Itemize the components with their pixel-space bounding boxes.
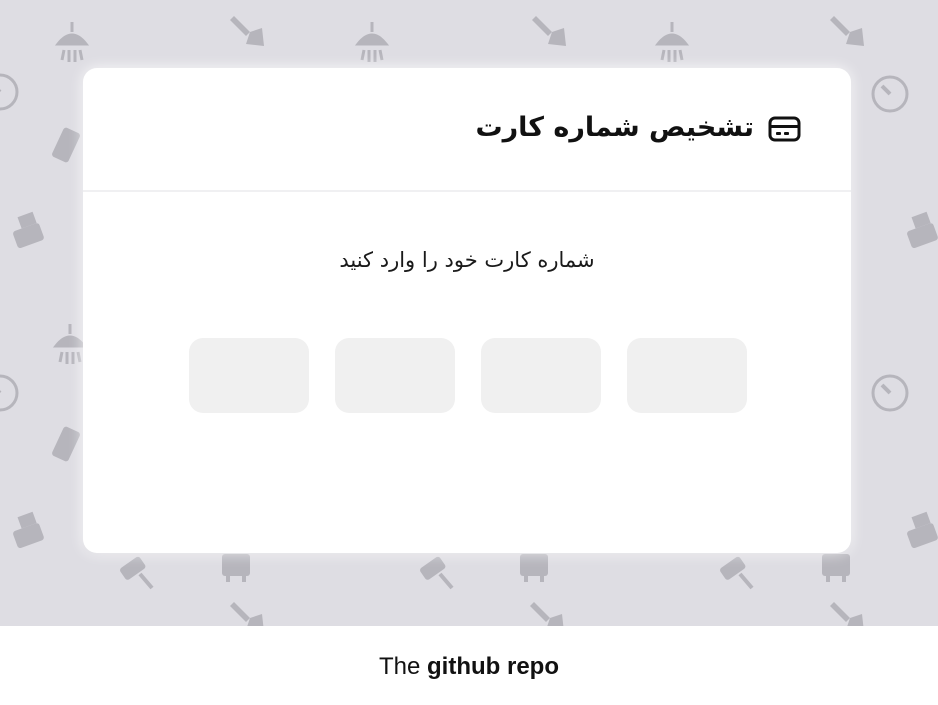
printer-icon — [906, 211, 938, 249]
github-repo-link[interactable]: github repo — [427, 653, 559, 680]
printer-icon — [12, 511, 45, 549]
card-number-group-3-input[interactable] — [481, 338, 601, 413]
gauge-icon — [0, 73, 19, 111]
footer: The github repo — [0, 626, 938, 705]
printer-icon — [906, 511, 938, 549]
panel-header: تشخیص شماره کارت — [83, 68, 851, 192]
trowel-icon — [532, 16, 566, 46]
phone-icon — [51, 126, 81, 164]
trowel-icon — [230, 602, 264, 626]
card-number-inputs — [189, 338, 747, 413]
trowel-icon — [230, 16, 264, 46]
paint-roller-icon — [116, 553, 154, 590]
trowel-icon — [830, 16, 864, 46]
footer-prefix: The — [378, 653, 421, 680]
shower-icon — [54, 322, 86, 366]
card-number-group-2-input[interactable] — [335, 338, 455, 413]
heater-icon — [222, 554, 250, 582]
shower-icon — [656, 20, 688, 64]
page-title: تشخیص شماره کارت — [475, 112, 754, 143]
gauge-icon — [0, 374, 19, 412]
heater-icon — [822, 554, 850, 582]
card-number-group-1-input[interactable] — [189, 338, 309, 413]
heater-icon — [520, 554, 548, 582]
shower-icon — [56, 20, 88, 64]
trowel-icon — [830, 602, 864, 626]
phone-icon — [51, 425, 81, 463]
instruction-text: شماره کارت خود را وارد کنید — [339, 248, 595, 272]
trowel-icon — [530, 602, 564, 626]
gauge-icon — [871, 374, 909, 412]
shower-icon — [356, 20, 388, 64]
gauge-icon — [871, 75, 909, 113]
printer-icon — [12, 211, 45, 249]
credit-card-icon — [768, 116, 801, 142]
paint-roller-icon — [716, 553, 754, 590]
card-number-group-4-input[interactable] — [627, 338, 747, 413]
card-number-panel: تشخیص شماره کارت شماره کارت خود را وارد … — [83, 68, 851, 553]
paint-roller-icon — [416, 553, 454, 590]
